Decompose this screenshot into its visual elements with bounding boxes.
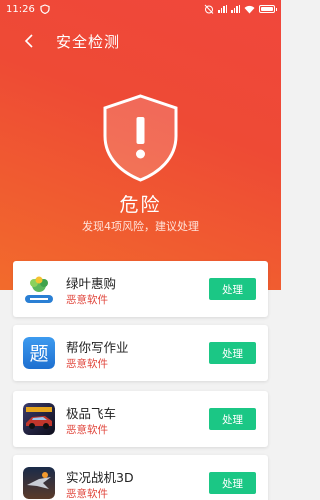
risk-level-label: 危险 [119,194,162,216]
car-game-icon [23,403,55,435]
app-name: 实况战机3D [66,470,134,485]
notification-shield-icon [40,4,50,14]
signal-icon-2 [231,5,240,13]
app-name: 帮你写作业 [66,340,129,355]
handle-button[interactable]: 处理 [209,408,256,430]
fighter-game-icon [23,467,55,499]
risk-app-card: 极品飞车 恶意软件 处理 [13,391,268,447]
top-bar: 安全检测 [0,26,281,56]
handle-button[interactable]: 处理 [209,342,256,364]
page-title: 安全检测 [56,32,121,51]
status-time: 11:26 [6,3,35,15]
risk-description: 发现4项风险，建议处理 [82,220,199,233]
ti-logo-text: 题 [29,343,48,365]
signal-icon-1 [218,5,227,13]
app-name: 极品飞车 [66,406,117,421]
battery-icon [259,5,277,13]
alarm-off-icon [204,4,214,14]
hero-banner: 11:26 安全检测 危险 发现4项风险，建议处理 [0,0,281,290]
app-name: 绿叶惠购 [66,276,117,291]
app-risk-tag: 恶意软件 [66,358,108,370]
risk-app-card: 实况战机3D 恶意软件 处理 [13,455,268,500]
danger-shield-icon [102,93,179,183]
handle-button[interactable]: 处理 [209,472,256,494]
risk-app-card: 题 帮你写作业 恶意软件 处理 [13,325,268,381]
app-risk-tag: 恶意软件 [66,488,108,500]
risk-app-card: 绿叶惠购 恶意软件 处理 [13,261,268,317]
lvye-logo-icon [23,273,55,305]
handle-button[interactable]: 处理 [209,278,256,300]
back-button[interactable] [14,26,44,56]
back-arrow-icon [24,34,33,48]
app-risk-tag: 恶意软件 [66,294,108,306]
app-risk-tag: 恶意软件 [66,424,108,436]
ti-logo-icon: 题 [23,337,55,369]
wifi-icon [244,5,255,13]
status-bar: 11:26 [0,0,281,18]
